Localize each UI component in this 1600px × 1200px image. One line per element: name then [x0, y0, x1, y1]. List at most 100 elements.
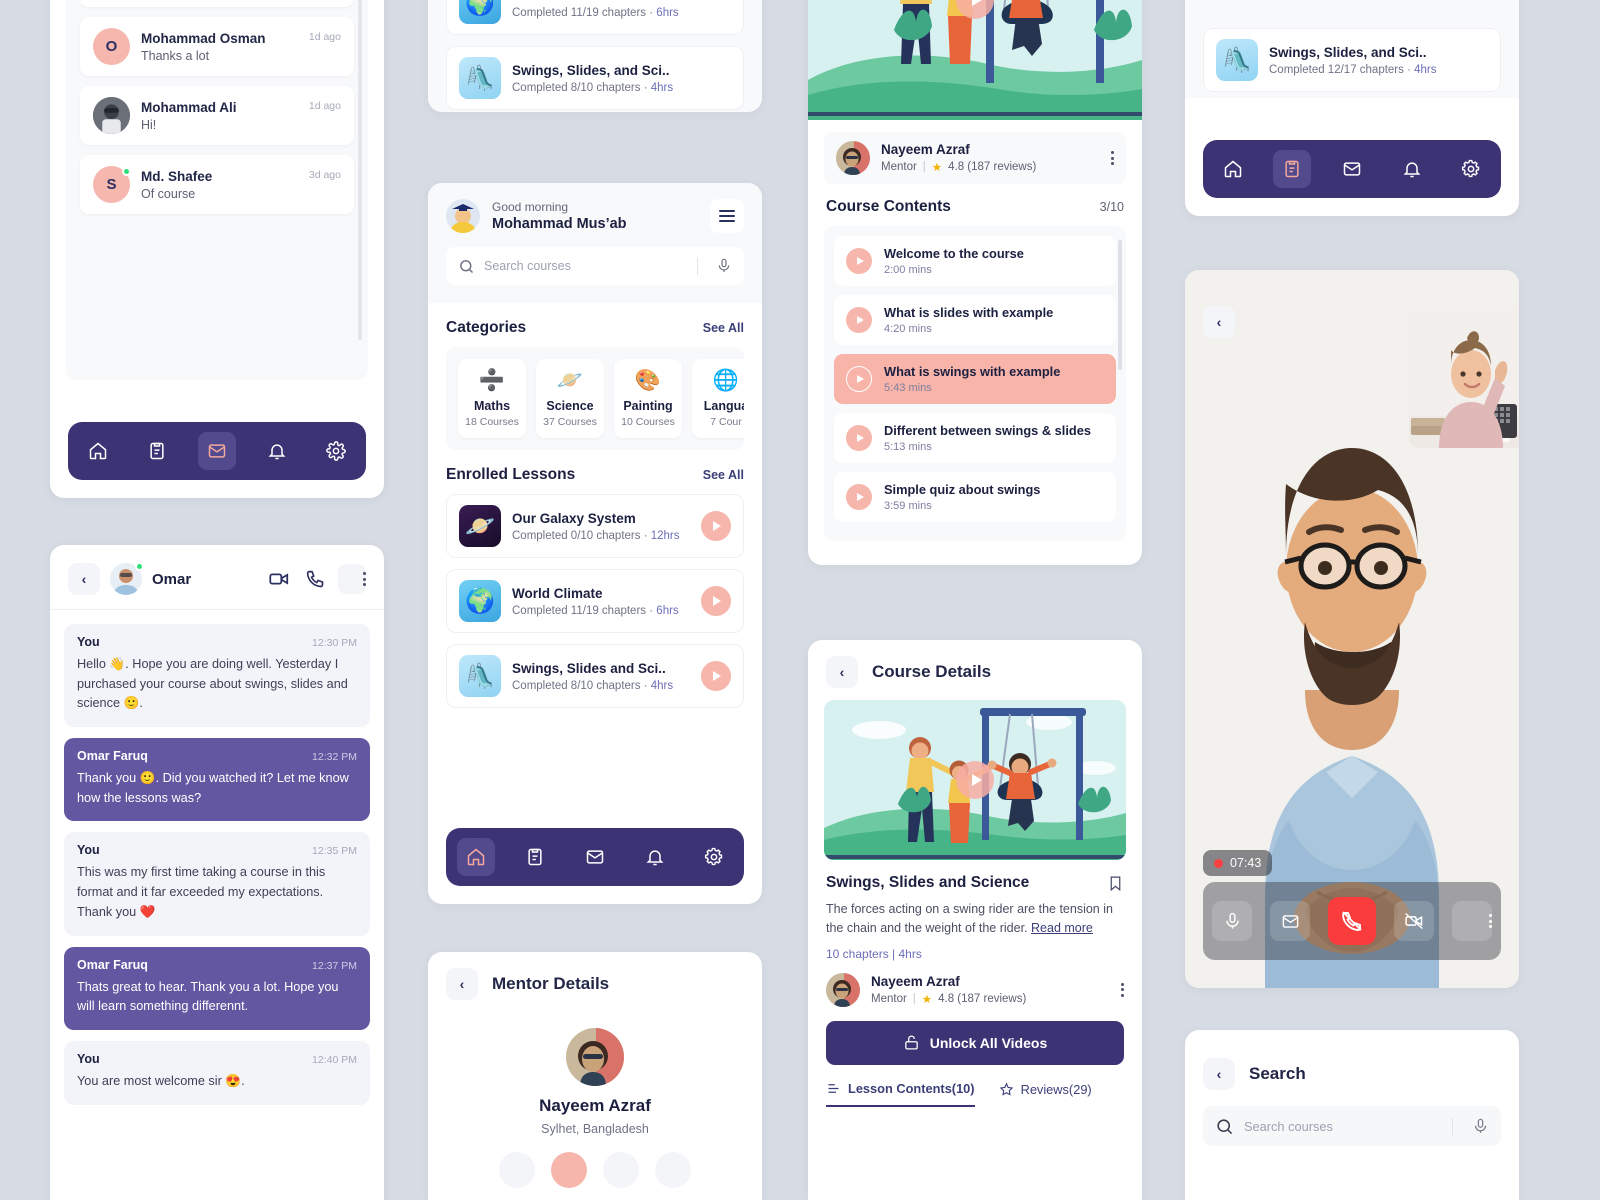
bottom-tabbar[interactable]: [68, 422, 366, 480]
list-item[interactable]: S Md. Shafee 3d ago Of course: [80, 155, 354, 214]
list-item[interactable]: 🌍 World Climate Completed 11/19 chapters…: [446, 569, 744, 633]
mentor-row[interactable]: Nayeem Azraf Mentor | ★ 4.8 (187 reviews…: [808, 961, 1142, 1007]
more-options-icon[interactable]: [1111, 151, 1114, 165]
end-call-icon[interactable]: [1328, 897, 1376, 945]
back-button[interactable]: ‹: [68, 563, 100, 595]
tab-tasks[interactable]: [516, 838, 554, 876]
tab-messages[interactable]: [576, 838, 614, 876]
play-button[interactable]: [701, 661, 731, 691]
course-title: World Climate: [512, 0, 679, 3]
list-item[interactable]: 🪐 Our Galaxy System Completed 0/10 chapt…: [446, 494, 744, 558]
menu-icon[interactable]: [710, 199, 744, 233]
category-card[interactable]: 🌐 Langua 7 Cour: [692, 359, 744, 438]
play-icon[interactable]: [846, 484, 872, 510]
play-icon[interactable]: [846, 425, 872, 451]
tab-messages[interactable]: [197, 432, 236, 470]
back-button[interactable]: ‹: [1203, 306, 1235, 338]
tab-tasks[interactable]: [138, 432, 176, 470]
play-icon[interactable]: [846, 307, 872, 333]
back-button[interactable]: ‹: [826, 656, 858, 688]
avatar[interactable]: [446, 199, 480, 233]
list-item[interactable]: 🛝 Swings, Slides and Sci.. Completed 8/1…: [446, 644, 744, 708]
video-call-icon[interactable]: [266, 566, 292, 592]
back-button[interactable]: ‹: [446, 968, 478, 1000]
categories-list[interactable]: ➗ Maths 18 Courses 🪐 Science 37 Courses …: [446, 347, 744, 450]
more-options-icon[interactable]: [1121, 982, 1124, 997]
microphone-icon[interactable]: [716, 258, 732, 274]
play-button[interactable]: [701, 586, 731, 616]
mail-icon[interactable]: [1270, 901, 1310, 941]
action-icon-3[interactable]: [603, 1152, 639, 1188]
play-icon[interactable]: [846, 366, 872, 392]
tab-notifications[interactable]: [258, 432, 296, 470]
tab-settings[interactable]: [1452, 150, 1490, 188]
lessons-scrollbar[interactable]: [1118, 240, 1122, 370]
search-input[interactable]: Search courses: [446, 247, 744, 285]
tab-home[interactable]: [79, 432, 117, 470]
camera-off-icon[interactable]: [1394, 901, 1434, 941]
list-item[interactable]: O Mohammad Osman 1d ago Thanks a lot: [80, 17, 354, 76]
tab-home[interactable]: [456, 838, 495, 876]
tab-notifications[interactable]: [1393, 150, 1431, 188]
phone-call-icon[interactable]: [302, 566, 328, 592]
more-options-icon[interactable]: [338, 564, 366, 594]
category-card[interactable]: 🎨 Painting 10 Courses: [614, 359, 682, 438]
see-all-lessons[interactable]: See All: [703, 468, 744, 482]
lesson-item[interactable]: What is slides with example 4:20 mins: [834, 295, 1116, 345]
more-options-icon[interactable]: [1452, 901, 1492, 941]
lesson-item-active[interactable]: What is swings with example 5:43 mins: [834, 354, 1116, 404]
course-video-preview[interactable]: [824, 700, 1126, 860]
lessons-list[interactable]: Welcome to the course 2:00 mins What is …: [824, 226, 1126, 541]
self-view-thumbnail[interactable]: [1409, 308, 1519, 448]
list-item[interactable]: 🛝 Swings, Slides, and Sci.. Completed 12…: [1203, 28, 1501, 92]
action-icon-2[interactable]: [551, 1152, 587, 1188]
list-item[interactable]: 🌍 World Climate Completed 11/19 chapters…: [446, 0, 744, 35]
search-input[interactable]: Search courses: [1203, 1106, 1501, 1146]
tab-tasks[interactable]: [1273, 150, 1312, 188]
mic-icon[interactable]: [1212, 901, 1252, 941]
see-all-categories[interactable]: See All: [703, 321, 744, 335]
tab-lesson-contents[interactable]: Lesson Contents(10): [826, 1081, 975, 1107]
lesson-title: Simple quiz about swings: [884, 482, 1041, 497]
tab-home[interactable]: [1214, 150, 1252, 188]
chevron-left-icon: ‹: [839, 664, 845, 680]
tab-notifications[interactable]: [636, 838, 674, 876]
tab-settings[interactable]: [317, 432, 355, 470]
list-item[interactable]: Mohammad Ali 1d ago Hi!: [80, 86, 354, 145]
back-button[interactable]: ‹: [1203, 1058, 1235, 1090]
tab-reviews[interactable]: Reviews(29): [999, 1081, 1092, 1107]
call-controls[interactable]: [1203, 882, 1501, 960]
mentor-strip[interactable]: Nayeem Azraf Mentor | ★ 4.8 (187 reviews…: [824, 132, 1126, 184]
mentor-actions[interactable]: [428, 1152, 762, 1188]
list-item[interactable]: Abu Bakar 1hr ago Will talk on call.: [80, 0, 354, 7]
search-screen: ‹ Search Search courses: [1185, 1030, 1519, 1200]
action-icon-4[interactable]: [655, 1152, 691, 1188]
list-item[interactable]: 🛝 Swings, Slides, and Sci.. Completed 8/…: [446, 46, 744, 110]
messages-scrollbar[interactable]: [358, 0, 362, 340]
lesson-item[interactable]: Different between swings & slides 5:13 m…: [834, 413, 1116, 463]
chat-bubble: You 12:35 PM This was my first time takin…: [64, 832, 370, 936]
details-tabs[interactable]: Lesson Contents(10) Reviews(29): [808, 1065, 1142, 1107]
bottom-tabbar[interactable]: [446, 828, 744, 886]
microphone-icon[interactable]: [1472, 1118, 1489, 1135]
course-video-player[interactable]: [808, 0, 1142, 120]
tab-settings[interactable]: [695, 838, 733, 876]
play-button[interactable]: [701, 511, 731, 541]
category-card[interactable]: ➗ Maths 18 Courses: [458, 359, 526, 438]
tab-messages[interactable]: [1333, 150, 1371, 188]
bookmark-icon[interactable]: [1107, 875, 1124, 892]
play-button[interactable]: [956, 761, 994, 799]
unlock-all-videos-button[interactable]: Unlock All Videos: [826, 1020, 1124, 1065]
category-card[interactable]: 🪐 Science 37 Courses: [536, 359, 604, 438]
course-emoji: 🪐: [465, 512, 495, 540]
details-header: ‹ Course Details: [808, 640, 1142, 700]
play-icon[interactable]: [846, 248, 872, 274]
bottom-tabbar[interactable]: [1203, 140, 1501, 198]
lesson-item[interactable]: Welcome to the course 2:00 mins: [834, 236, 1116, 286]
course-contents-header: Course Contents 3/10: [808, 184, 1142, 226]
lesson-item[interactable]: Simple quiz about swings 3:59 mins: [834, 472, 1116, 522]
action-icon-1[interactable]: [499, 1152, 535, 1188]
messages-list[interactable]: Abu Bakar 1hr ago Will talk on call. O M…: [66, 0, 368, 380]
read-more-link[interactable]: Read more: [1031, 921, 1093, 935]
separator: ·: [649, 604, 654, 617]
